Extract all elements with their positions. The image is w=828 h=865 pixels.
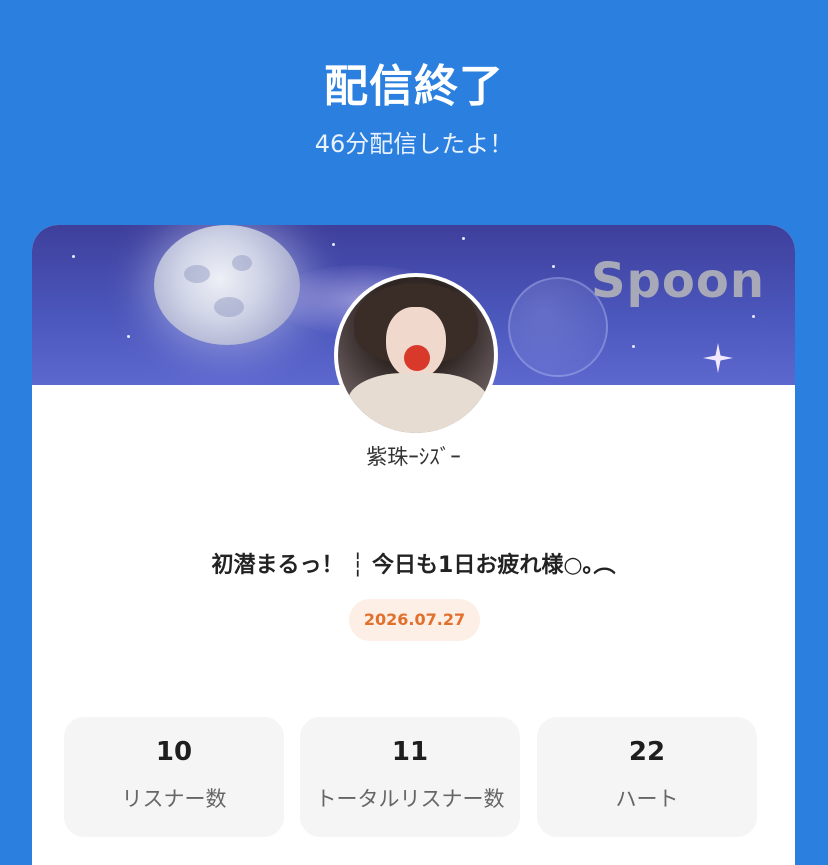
live-summary-card: Spoon 紫珠ｰｼｽﾞｰ 初潜まるっ！ ┆ 今日も1日お疲れ様○｡︵ 2026… xyxy=(32,225,795,865)
stat-total-listeners: 11 トータルリスナー数 xyxy=(300,717,520,837)
duration-subtitle: 46分配信したよ！ xyxy=(314,130,514,158)
stat-hearts: 22 ハート xyxy=(537,717,757,837)
candy-apple-graphic xyxy=(404,345,430,371)
username: 紫珠ｰｼｽﾞｰ xyxy=(366,445,461,469)
avatar xyxy=(334,273,498,437)
stat-value: 10 xyxy=(155,737,193,767)
stat-listeners: 10 リスナー数 xyxy=(64,717,284,837)
moon-graphic xyxy=(154,225,300,345)
stat-label: ハート xyxy=(615,787,679,811)
stream-title: 初潜まるっ！ ┆ 今日も1日お疲れ様○｡︵ xyxy=(211,553,616,578)
result-header: 配信終了 46分配信したよ！ xyxy=(0,0,828,225)
stat-label: トータルリスナー数 xyxy=(315,787,505,811)
page-title: 配信終了 xyxy=(324,61,504,112)
stat-label: リスナー数 xyxy=(121,787,227,811)
brand-logo: Spoon xyxy=(590,253,765,309)
stat-value: 11 xyxy=(391,737,429,767)
stat-value: 22 xyxy=(628,737,666,767)
sparkle-icon xyxy=(703,343,733,373)
date-badge: 2026.07.27 xyxy=(349,599,480,641)
